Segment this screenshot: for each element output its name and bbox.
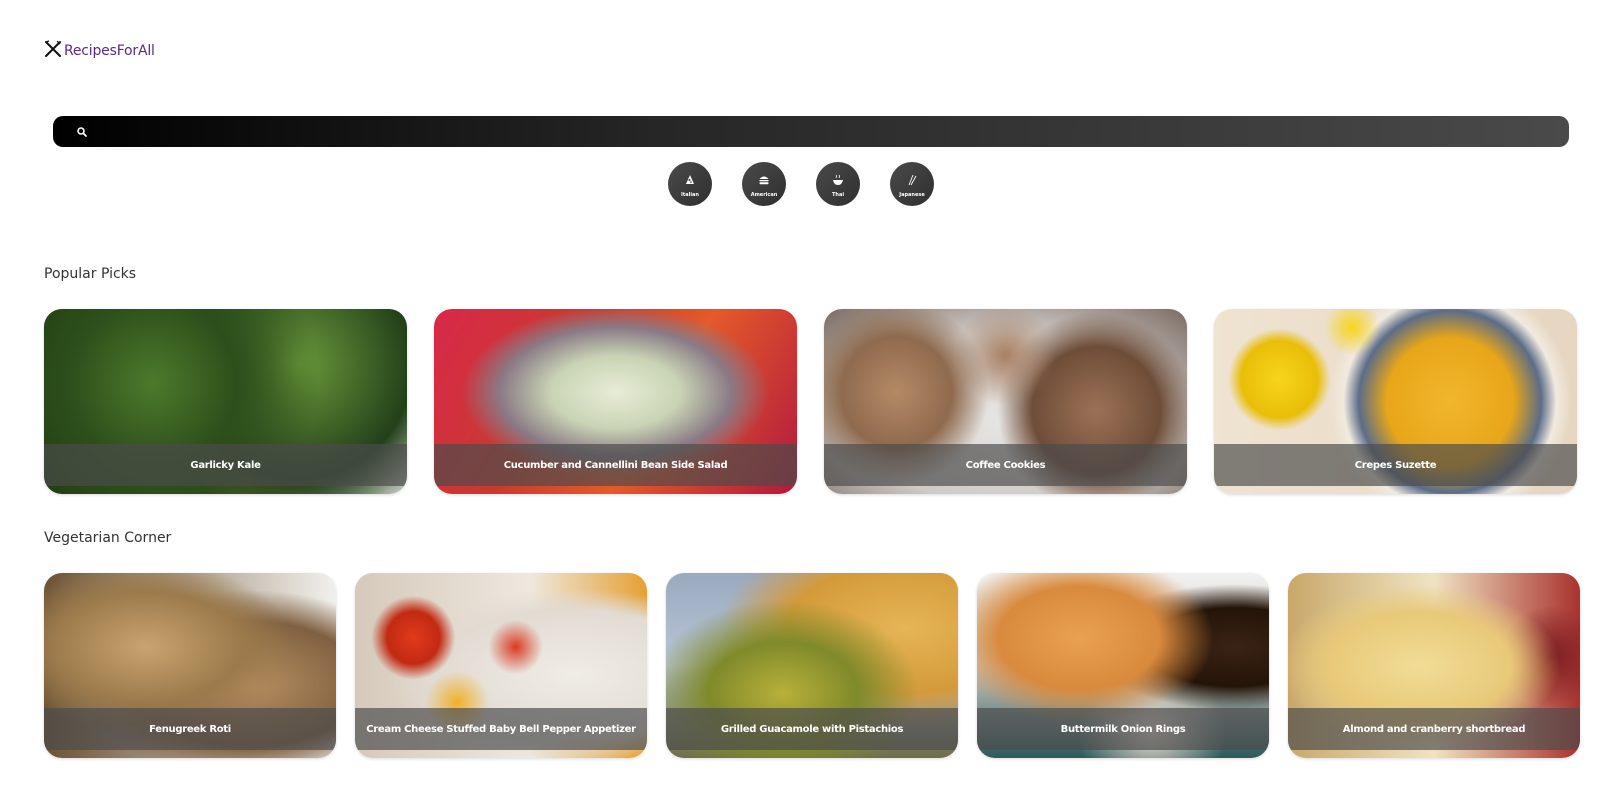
popular-picks-title: Popular Picks — [44, 266, 137, 282]
recipe-card[interactable]: Buttermilk Onion Rings — [977, 573, 1269, 758]
chopsticks-icon — [906, 171, 918, 190]
category-label: Italian — [681, 191, 699, 198]
search-bar[interactable] — [53, 115, 1569, 148]
fork-knife-icon — [44, 40, 62, 62]
recipe-title: Cucumber and Cannellini Bean Side Salad — [434, 444, 797, 486]
logo-text: RecipesForAll — [64, 43, 155, 59]
recipe-card[interactable]: Grilled Guacamole with Pistachios — [666, 573, 958, 758]
category-label: Japanese — [899, 191, 925, 198]
recipe-card[interactable]: Coffee Cookies — [824, 309, 1187, 494]
category-label: Thai — [831, 191, 845, 198]
search-icon — [76, 126, 88, 138]
recipe-title: Coffee Cookies — [824, 444, 1187, 486]
burger-icon — [758, 171, 770, 190]
category-label: American — [750, 191, 778, 198]
bowl-icon — [832, 171, 844, 190]
pizza-icon — [684, 171, 696, 190]
vegetarian-corner-title: Vegetarian Corner — [44, 530, 172, 546]
category-italian[interactable]: Italian — [668, 162, 712, 206]
category-japanese[interactable]: Japanese — [890, 162, 934, 206]
recipe-title: Garlicky Kale — [44, 444, 407, 486]
recipe-title: Fenugreek Roti — [44, 708, 336, 750]
recipe-card[interactable]: Almond and cranberry shortbread — [1288, 573, 1580, 758]
vegetarian-corner-row: Fenugreek Roti Cream Cheese Stuffed Baby… — [44, 573, 1580, 758]
recipe-card[interactable]: Cucumber and Cannellini Bean Side Salad — [434, 309, 797, 494]
recipe-card[interactable]: Cream Cheese Stuffed Baby Bell Pepper Ap… — [355, 573, 647, 758]
logo[interactable]: RecipesForAll — [44, 40, 155, 62]
category-thai[interactable]: Thai — [816, 162, 860, 206]
recipe-card[interactable]: Garlicky Kale — [44, 309, 407, 494]
recipe-card[interactable]: Crepes Suzette — [1214, 309, 1577, 494]
popular-picks-row: Garlicky Kale Cucumber and Cannellini Be… — [44, 309, 1577, 494]
recipe-title: Almond and cranberry shortbread — [1288, 708, 1580, 750]
category-american[interactable]: American — [742, 162, 786, 206]
cuisine-categories: Italian American Thai Japanese — [668, 162, 934, 206]
recipe-title: Buttermilk Onion Rings — [977, 708, 1269, 750]
recipe-card[interactable]: Fenugreek Roti — [44, 573, 336, 758]
recipe-title: Crepes Suzette — [1214, 444, 1577, 486]
search-input[interactable] — [88, 115, 1569, 148]
recipe-title: Cream Cheese Stuffed Baby Bell Pepper Ap… — [355, 708, 647, 750]
recipe-title: Grilled Guacamole with Pistachios — [666, 708, 958, 750]
